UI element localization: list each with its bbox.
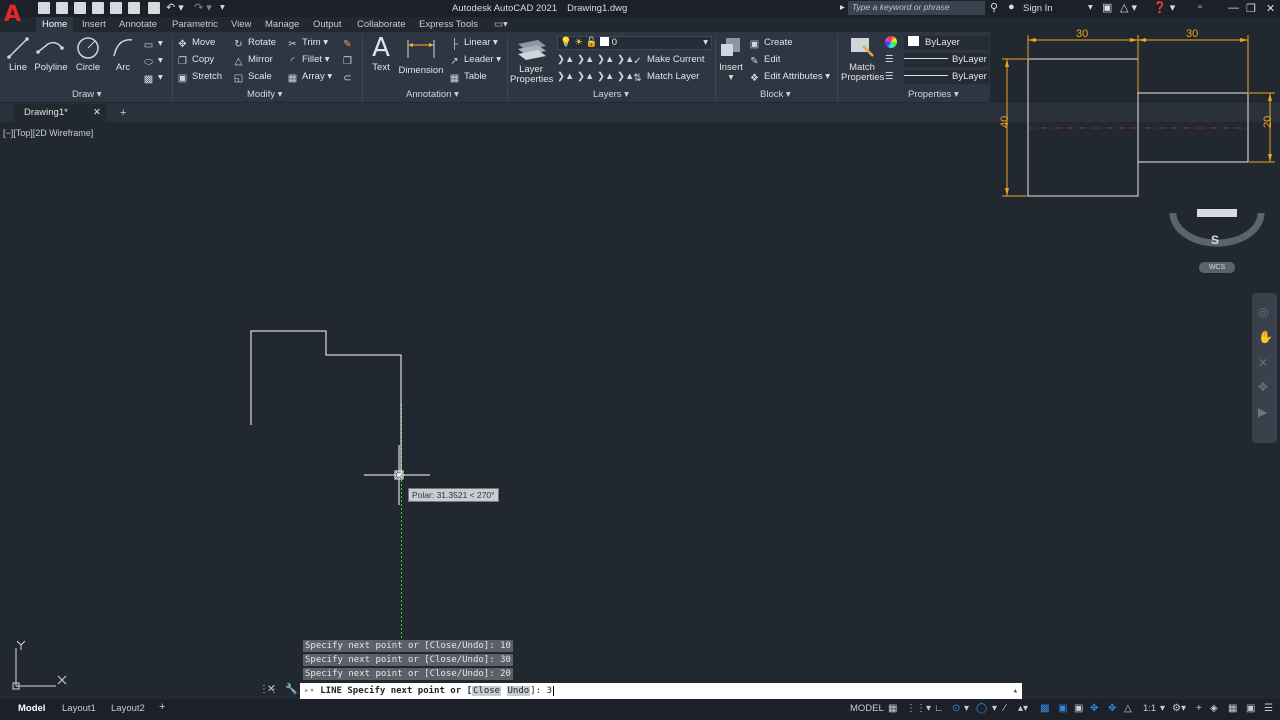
steering-wheel-icon[interactable]: ◎ xyxy=(1258,305,1268,319)
snap-icon[interactable]: ⋮⋮▾ xyxy=(906,703,931,714)
polar-dropdown-icon[interactable]: ▾ xyxy=(964,703,969,714)
clean-screen-icon[interactable]: ▣ xyxy=(1246,703,1255,714)
ref-dim-top-right: 30 xyxy=(1186,28,1198,40)
grid-icon[interactable]: ▦ xyxy=(888,703,897,714)
command-history-line: Specify next point or [Close/Undo]: 20 xyxy=(303,668,513,680)
text-caret xyxy=(552,686,554,696)
selection-cycling-icon[interactable]: ▣ xyxy=(1074,703,1083,714)
drawing-canvas[interactable]: 30 30 40 20 S xyxy=(0,0,1280,720)
status-bar xyxy=(0,699,1280,720)
tab-model[interactable]: Model xyxy=(18,703,45,714)
compass-south[interactable]: S xyxy=(1211,233,1219,247)
polar-icon[interactable]: ⊙ xyxy=(952,703,960,714)
tab-layout1[interactable]: Layout1 xyxy=(62,703,96,714)
customization-menu-icon[interactable]: ☰ xyxy=(1264,703,1273,714)
tab-layout2[interactable]: Layout2 xyxy=(111,703,145,714)
ref-dim-left: 40 xyxy=(999,116,1011,128)
ref-dim-top-left: 30 xyxy=(1076,28,1088,40)
model-space-toggle[interactable]: MODEL xyxy=(850,703,884,714)
customize-icon[interactable]: 🔧 xyxy=(285,684,297,695)
option-close[interactable]: Close xyxy=(471,686,502,696)
command-close-icon[interactable]: ✕ xyxy=(267,684,275,695)
command-history-line: Specify next point or [Close/Undo]: 10 xyxy=(303,640,513,652)
command-value: 3 xyxy=(546,686,552,696)
workspace-gear-icon[interactable]: ⚙▾ xyxy=(1172,703,1186,714)
hardware-acceleration-icon[interactable]: ▦ xyxy=(1228,703,1237,714)
zoom-icon[interactable]: ⨯ xyxy=(1258,355,1268,369)
lineweight-toggle-icon[interactable]: ▩ xyxy=(1040,703,1049,714)
orbit-icon[interactable]: ✥ xyxy=(1258,380,1268,394)
viewport-controls[interactable]: [−][Top][2D Wireframe] xyxy=(3,128,93,138)
annotation-visibility-icon[interactable]: ✥ xyxy=(1090,703,1098,714)
drawn-lines xyxy=(250,330,402,425)
isodraft-dropdown-icon[interactable]: ▾ xyxy=(992,703,997,714)
command-history-line: Specify next point or [Close/Undo]: 30 xyxy=(303,654,513,666)
pan-icon[interactable]: ✋ xyxy=(1258,330,1273,344)
isolate-objects-icon[interactable]: ◈ xyxy=(1210,703,1218,714)
showmotion-icon[interactable]: ▶ xyxy=(1258,405,1267,419)
command-input[interactable]: ▸▾ LINE Specify next point or [Close Und… xyxy=(300,683,1022,699)
wcs-menu[interactable]: WCS xyxy=(1199,262,1235,273)
scale-dropdown-icon[interactable]: ▾ xyxy=(1160,703,1165,714)
polar-tooltip: Polar: 31.3521 < 270° xyxy=(408,488,499,502)
option-undo[interactable]: Undo xyxy=(506,686,531,696)
object-snap-tracking-icon[interactable]: ∕ xyxy=(1004,703,1006,714)
add-layout-icon[interactable]: + xyxy=(159,701,165,713)
object-snap-icon[interactable]: ▴▾ xyxy=(1018,703,1028,714)
isodraft-icon[interactable]: ◯ xyxy=(976,703,987,714)
transparency-icon[interactable]: ▣ xyxy=(1058,703,1067,714)
command-prompt-icon: ▸▾ xyxy=(304,686,315,696)
ucs-icon xyxy=(12,640,67,690)
command-history-toggle-icon[interactable]: ▴ xyxy=(1013,683,1018,699)
add-icon[interactable]: + xyxy=(1196,703,1202,714)
viewcube[interactable]: S xyxy=(1169,209,1265,247)
ref-dim-right: 20 xyxy=(1262,116,1274,128)
annotation-scale-value[interactable]: 1:1 xyxy=(1143,703,1156,714)
reference-drawing: 30 30 40 20 xyxy=(999,28,1275,197)
annotation-scale-icon[interactable]: △ xyxy=(1124,703,1132,714)
auto-scale-icon[interactable]: ✥ xyxy=(1108,703,1116,714)
ortho-icon[interactable]: ∟ xyxy=(934,703,944,714)
